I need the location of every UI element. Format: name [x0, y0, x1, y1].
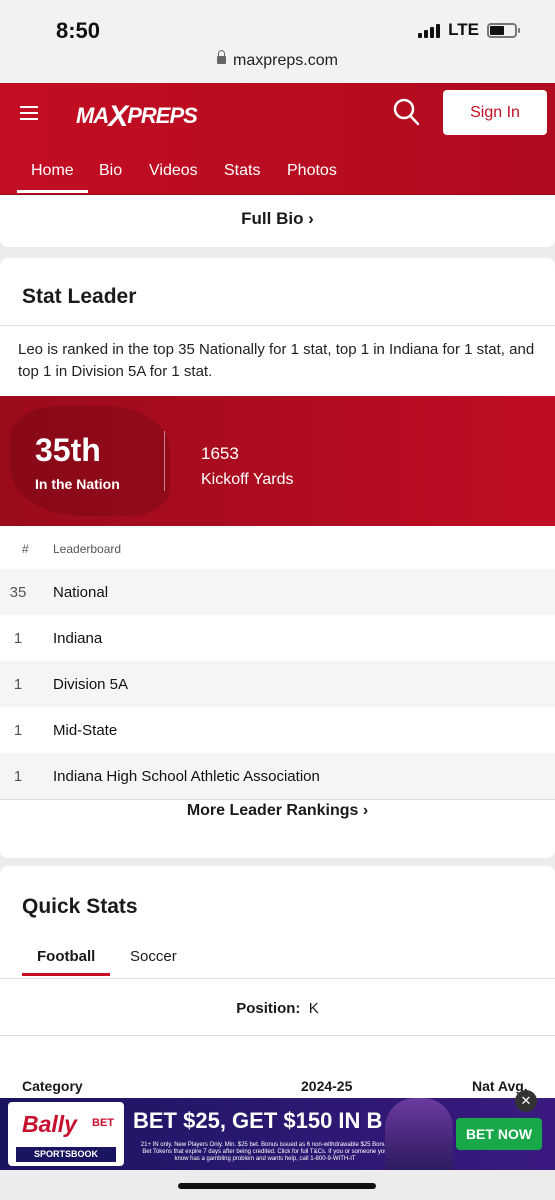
leaderboard-row[interactable]: 1 Indiana — [0, 615, 555, 661]
divider — [0, 325, 555, 326]
bet-now-button[interactable]: BET NOW — [456, 1118, 542, 1150]
position-label: Position: — [236, 1000, 301, 1017]
stat-label: Kickoff Yards — [201, 471, 294, 488]
tab-stats[interactable]: Stats — [224, 162, 260, 180]
url-bar[interactable]: maxpreps.com — [0, 50, 555, 83]
stat-leader-description: Leo is ranked in the top 35 Nationally f… — [18, 341, 535, 380]
ad-fine-print: 21+ IN only. New Players Only. Min. $25 … — [140, 1142, 390, 1162]
row-board: National — [53, 584, 109, 601]
nav-tabs: Home Bio Videos Stats Photos — [0, 157, 555, 195]
row-board: Division 5A — [53, 676, 129, 693]
category-header: Category — [22, 1078, 83, 1094]
maxpreps-logo[interactable]: MAXPREPS — [76, 97, 198, 133]
divider — [0, 1035, 555, 1036]
rank-value: 35th — [35, 432, 101, 468]
stat-leader-card: Stat Leader Leo is ranked in the top 35 … — [0, 258, 555, 858]
leaderboard-row[interactable]: 1 Division 5A — [0, 661, 555, 707]
col-leaderboard: Leaderboard — [53, 542, 122, 556]
tab-videos[interactable]: Videos — [149, 162, 198, 180]
status-bar: 8:50 LTE — [0, 0, 555, 52]
leaderboard-row[interactable]: 35 National — [0, 569, 555, 615]
row-board: Indiana High School Athletic Association — [53, 768, 320, 785]
more-leader-rankings-link[interactable]: More Leader Rankings › — [0, 802, 555, 820]
leaderboard-header: # Leaderboard — [0, 526, 555, 569]
hamburger-menu-icon[interactable] — [20, 106, 38, 120]
bally-bet-logo: Bally BET SPORTSBOOK — [8, 1102, 124, 1166]
ad-banner[interactable]: Bally BET SPORTSBOOK BET $25, GET $150 I… — [0, 1090, 555, 1170]
home-indicator — [178, 1183, 376, 1189]
ad-brand-sub: BET — [92, 1117, 114, 1129]
signal-icon — [418, 22, 441, 38]
row-rank: 35 — [9, 584, 27, 601]
status-time: 8:50 — [56, 18, 101, 43]
leaderboard-row[interactable]: 1 Indiana High School Athletic Associati… — [0, 753, 555, 799]
url-text: maxpreps.com — [233, 52, 338, 69]
quick-stats-title: Quick Stats — [22, 895, 138, 918]
quick-stats-card: Quick Stats Football Soccer Position: K … — [0, 866, 555, 1106]
battery-icon — [487, 22, 520, 38]
tab-soccer[interactable]: Soccer — [130, 948, 177, 965]
leaderboard-row[interactable]: 1 Mid-State — [0, 707, 555, 753]
sign-in-button[interactable]: Sign In — [443, 90, 547, 135]
position-value: K — [308, 1000, 319, 1017]
position-row: Position: K — [0, 1000, 555, 1017]
app-header: MAXPREPS Sign In Home Bio Videos Stats P… — [0, 83, 555, 195]
network-type: LTE — [448, 20, 479, 39]
tab-football[interactable]: Football — [21, 948, 111, 976]
tab-home[interactable]: Home — [17, 162, 88, 193]
search-icon[interactable] — [392, 97, 420, 127]
close-icon[interactable]: ✕ — [515, 1090, 537, 1112]
season-header: 2024-25 — [301, 1078, 353, 1094]
rank-scope: In the Nation — [35, 476, 120, 492]
row-rank: 1 — [13, 768, 23, 785]
tab-photos[interactable]: Photos — [287, 162, 337, 180]
rank-separator — [164, 431, 165, 491]
stat-value: 1653 — [201, 444, 239, 463]
ad-headline: BET $25, GET $150 IN BONUS BETS — [133, 1108, 383, 1133]
row-rank: 1 — [13, 722, 23, 739]
status-indicators: LTE — [418, 20, 520, 40]
row-board: Mid-State — [53, 722, 118, 739]
stat-leader-title: Stat Leader — [22, 285, 137, 308]
football-player-image — [385, 1098, 453, 1170]
divider — [0, 978, 555, 979]
row-rank: 1 — [13, 630, 23, 647]
ad-brand: Bally — [22, 1111, 77, 1137]
row-board: Indiana — [53, 630, 103, 647]
lock-icon — [217, 50, 227, 64]
rank-banner: 35th In the Nation 1653 Kickoff Yards — [0, 396, 555, 526]
full-bio-link[interactable]: Full Bio › — [0, 195, 555, 247]
col-rank: # — [22, 542, 29, 556]
divider — [0, 799, 555, 800]
tab-bio[interactable]: Bio — [99, 162, 122, 180]
ad-sportsbook: SPORTSBOOK — [16, 1147, 116, 1162]
row-rank: 1 — [13, 676, 23, 693]
